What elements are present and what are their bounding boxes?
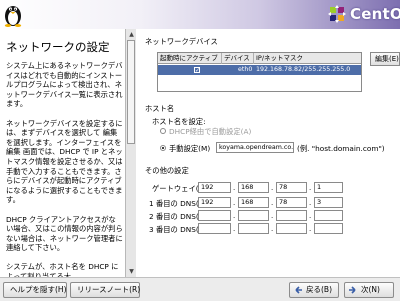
hostname-section-label: ホスト名 xyxy=(145,104,175,113)
gateway-octet-2[interactable]: 168 xyxy=(238,182,269,193)
device-name: eth0 xyxy=(238,66,253,73)
table-row[interactable]: ✓ eth0 192.168.78.82/255.255.255.0 xyxy=(158,65,361,75)
column-header-ip[interactable]: IP/ネットマスク xyxy=(254,53,361,64)
dns1-octet-1[interactable]: 192 xyxy=(198,197,231,208)
scroll-up-arrow-icon[interactable]: ▲ xyxy=(127,30,136,39)
ip-dot: . xyxy=(271,199,274,207)
ip-dot: . xyxy=(309,225,312,233)
back-arrow-icon xyxy=(295,286,302,294)
hostname-example: (例. "host.domain.com") xyxy=(297,144,385,153)
device-ip-mask: 192.168.78.82/255.255.255.0 xyxy=(256,66,351,73)
hide-help-label: ヘルプを隠す(H) xyxy=(10,285,67,294)
dns3-octet-4[interactable] xyxy=(314,223,343,234)
ip-dot: . xyxy=(271,225,274,233)
ip-dot: . xyxy=(233,199,236,207)
device-table[interactable]: 起動時にアクティブ デバイス IP/ネットマスク ✓ eth0 192.168.… xyxy=(157,52,362,92)
other-section-label: その他の設定 xyxy=(145,166,189,175)
centos-emblem-icon xyxy=(328,5,346,23)
dhcp-option-label[interactable]: DHCP経由で自動設定(A) xyxy=(169,127,251,137)
help-paragraph: DHCP クライアントアクセスがない場合、又はこの情報の内容が判らない場合は、ネ… xyxy=(6,214,123,253)
next-button[interactable]: 次(N) xyxy=(344,282,394,298)
device-table-header: 起動時にアクティブ デバイス IP/ネットマスク xyxy=(158,53,361,64)
hostname-setting-label: ホスト名を設定: xyxy=(152,117,206,126)
gateway-octet-4[interactable]: 1 xyxy=(314,182,343,193)
help-scrollbar[interactable]: ▲ ▼ xyxy=(125,29,136,277)
dhcp-radio[interactable] xyxy=(160,128,166,134)
column-header-device[interactable]: デバイス xyxy=(222,53,254,64)
ip-dot: . xyxy=(309,199,312,207)
edit-button[interactable]: 編集(E) xyxy=(370,52,400,66)
help-paragraph: ネットワークデバイスを設定するには、まずデバイスを選択して 編集 を選択します。… xyxy=(6,118,123,205)
next-label: 次(N) xyxy=(361,285,380,294)
ip-dot: . xyxy=(233,184,236,192)
gateway-octet-1[interactable]: 192 xyxy=(198,182,231,193)
back-label: 戻る(B) xyxy=(306,285,332,294)
release-notes-button[interactable]: リリースノート(R) xyxy=(70,282,140,298)
help-paragraph: システムが、ホスト名を DHCP によって割り当てる大 xyxy=(6,262,119,277)
dns2-octet-1[interactable] xyxy=(198,210,231,221)
ip-dot: . xyxy=(233,212,236,220)
dns3-octet-1[interactable] xyxy=(198,223,231,234)
ip-dot: . xyxy=(309,212,312,220)
help-body: システム上にあるネットワークデバイスはどれでも自動的にインストールプログラムによ… xyxy=(6,61,123,277)
next-arrow-icon xyxy=(349,286,356,294)
column-header-active[interactable]: 起動時にアクティブ xyxy=(158,53,222,64)
scroll-down-arrow-icon[interactable]: ▼ xyxy=(127,267,136,276)
manual-option-label[interactable]: 手動設定(M) xyxy=(169,144,210,154)
devices-section-label: ネットワークデバイス xyxy=(145,37,218,46)
ip-dot: . xyxy=(271,184,274,192)
dns3-octet-3[interactable] xyxy=(276,223,307,234)
centos-logo: CentOS xyxy=(328,3,400,25)
release-notes-label: リリースノート(R) xyxy=(77,285,141,294)
dns2-octet-4[interactable] xyxy=(314,210,343,221)
dns3-octet-2[interactable] xyxy=(238,223,269,234)
dns1-octet-4[interactable]: 3 xyxy=(314,197,343,208)
active-checkbox[interactable]: ✓ xyxy=(194,67,200,74)
help-paragraph: システム上にあるネットワークデバイスはどれでも自動的にインストールプログラムによ… xyxy=(6,61,123,109)
dns2-octet-2[interactable] xyxy=(238,210,269,221)
hostname-input[interactable]: koyama.opendream.co.jp xyxy=(216,142,294,153)
ip-dot: . xyxy=(233,225,236,233)
help-title: ネットワークの設定 xyxy=(6,40,110,54)
manual-radio[interactable] xyxy=(160,145,166,151)
dns1-octet-3[interactable]: 78 xyxy=(276,197,307,208)
ip-dot: . xyxy=(271,212,274,220)
help-panel: ネットワークの設定 システム上にあるネットワークデバイスはどれでも自動的にインス… xyxy=(0,29,136,277)
scrollbar-thumb[interactable] xyxy=(127,40,135,144)
gateway-octet-3[interactable]: 78 xyxy=(276,182,307,193)
dns1-octet-2[interactable]: 168 xyxy=(238,197,269,208)
dns2-octet-3[interactable] xyxy=(276,210,307,221)
back-button[interactable]: 戻る(B) xyxy=(289,282,339,298)
hide-help-button[interactable]: ヘルプを隠す(H) xyxy=(3,282,67,298)
tux-penguin-icon xyxy=(4,6,22,27)
brand-name: CentOS xyxy=(350,5,400,23)
ip-dot: . xyxy=(309,184,312,192)
